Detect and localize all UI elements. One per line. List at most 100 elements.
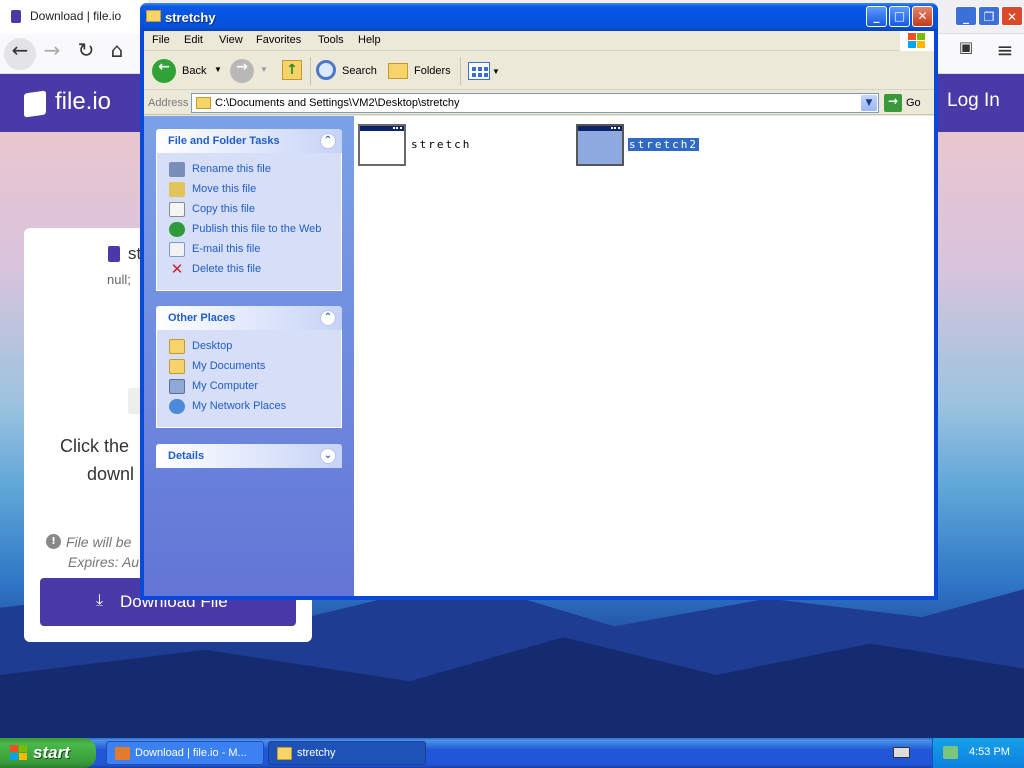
collapse-chevron-icon[interactable]: ⌃ [320,133,336,149]
panel-title: Other Places [168,312,236,324]
go-button[interactable]: → Go [884,94,928,112]
task-label: Copy this file [192,203,255,215]
site-logo-text[interactable]: file.io [55,88,111,116]
taskbar-task-label: Download | file.io - M... [135,747,247,759]
sidebar-icon[interactable]: ▣ [950,38,982,70]
folders-button[interactable]: Folders [386,57,454,85]
place-label: My Documents [192,360,266,372]
window-title: stretchy [165,10,216,25]
back-label: Back [182,65,207,77]
back-arrow-icon: ← [152,59,176,83]
close-icon[interactable]: ✕ [1001,6,1023,26]
folder-icon [196,97,211,109]
folder-icon [277,747,292,760]
file-item-selected[interactable]: stretch2 [576,124,706,168]
menu-bar: File Edit View Favorites Tools Help [144,31,934,51]
expiry-line-2: Expires: Au [68,554,140,570]
folder-icon [169,339,185,354]
home-icon[interactable]: ⌂ [101,38,133,70]
other-places-body: Desktop My Documents My Computer My Netw… [156,330,342,428]
place-label: Desktop [192,340,233,352]
menu-favorites[interactable]: Favorites [256,34,301,46]
place-label: My Computer [192,380,259,392]
menu-view[interactable]: View [219,34,243,46]
forward-arrow-icon: → [230,59,254,83]
address-field[interactable]: C:\Documents and Settings\VM2\Desktop\st… [191,93,879,113]
taskbar-button-browser[interactable]: Download | file.io - M... [106,741,264,765]
file-folder-tasks-panel: File and Folder Tasks ⌃ Rename this file… [156,129,342,291]
clock[interactable]: 4:53 PM [969,746,1010,758]
file-icon [108,246,120,262]
menu-file[interactable]: File [152,34,170,46]
restore-icon[interactable]: ❐ [978,6,1000,26]
system-tray: 4:53 PM [932,738,1024,768]
toolbar-separator [310,57,311,85]
other-places-header[interactable]: Other Places ⌃ [156,306,342,330]
file-item[interactable]: stretch [358,124,478,168]
browser-nav-right: ▣ ≡ [945,34,1024,74]
back-button[interactable]: ← Back ▼ [150,57,222,85]
file-name: stretch2 [628,138,699,151]
browser-tab-title: Download | file.io [30,9,122,23]
keyboard-icon[interactable] [893,747,910,758]
taskbar-button-explorer[interactable]: stretchy [268,741,426,765]
folders-label: Folders [414,65,451,77]
windows-flag-icon [908,33,925,48]
explorer-title-bar[interactable]: stretchy _ □ ✕ [140,3,938,31]
address-label: Address [148,97,189,109]
folder-content: stretch stretch2 [354,116,934,596]
windows-logo [900,31,934,51]
copy-icon [169,202,185,217]
menu-help[interactable]: Help [358,34,381,46]
file-folder-tasks-header[interactable]: File and Folder Tasks ⌃ [156,129,342,153]
expiry-line-1: File will be [66,534,132,550]
move-icon [169,182,185,197]
search-button[interactable]: Search [314,57,378,85]
back-arrow-icon[interactable]: ← [4,38,36,70]
close-button[interactable]: ✕ [912,6,933,27]
go-arrow-icon: → [884,94,902,112]
place-label: My Network Places [192,400,287,412]
my-documents-icon [169,359,185,374]
expiry-info: File will be Expires: Au [66,532,139,572]
info-icon: ! [46,534,61,549]
views-dropdown-icon: ▼ [492,67,500,76]
folder-icon [146,10,161,22]
file-folder-tasks-body: Rename this file Move this file Copy thi… [156,153,342,291]
menu-icon[interactable]: ≡ [989,38,1021,70]
network-icon [169,399,185,414]
taskbar-task-label: stretchy [297,747,336,759]
windows-flag-icon [10,745,27,760]
file-io-logo-icon [24,90,46,118]
explorer-body: File Edit View Favorites Tools Help ← Ba… [144,31,934,596]
window-file-icon [576,124,624,166]
task-label: Delete this file [192,263,262,275]
task-label: Publish this file to the Web [192,223,322,235]
download-icon: ⤓ [96,592,104,609]
views-button[interactable]: ▼ [466,57,500,85]
collapse-chevron-icon[interactable]: ⌃ [320,310,336,326]
login-link[interactable]: Log In [947,90,1000,112]
taskbar: start Download | file.io - M... stretchy… [0,738,1024,768]
panel-title: Details [168,450,205,462]
browser-tab[interactable]: Download | file.io [0,0,150,34]
minimize-button[interactable]: _ [866,6,887,27]
forward-button[interactable]: → ▼ [228,57,268,85]
menu-tools[interactable]: Tools [318,34,344,46]
delete-icon: ✕ [170,260,184,278]
maximize-button[interactable]: □ [889,6,910,27]
minimize-icon[interactable]: _ [955,6,977,26]
task-label: E-mail this file [192,243,261,255]
toolbar-separator [460,57,461,85]
network-tray-icon[interactable] [943,746,958,759]
menu-edit[interactable]: Edit [184,34,203,46]
address-dropdown-icon[interactable]: ▼ [861,95,877,111]
start-label: start [33,743,70,762]
browser-window-controls: _ ❐ ✕ [945,0,1024,34]
forward-arrow-icon[interactable]: → [36,38,68,70]
up-folder-button[interactable]: ↑ [280,57,306,85]
start-button[interactable]: start [0,738,96,768]
details-header[interactable]: Details ⌄ [156,444,342,468]
expand-chevron-icon[interactable]: ⌄ [320,448,336,464]
reload-icon[interactable]: ↻ [70,38,102,70]
